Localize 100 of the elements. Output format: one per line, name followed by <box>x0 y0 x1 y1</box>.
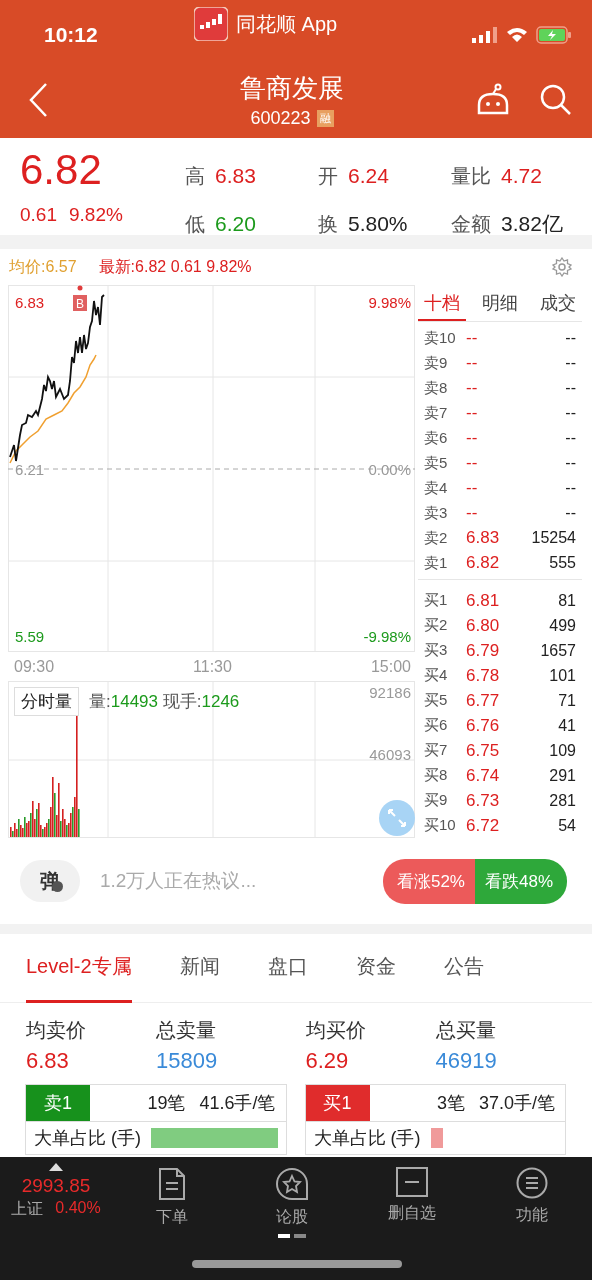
level-label: 买2 <box>424 616 449 635</box>
level-label: 卖2 <box>424 528 449 548</box>
volume-tab[interactable]: 分时量 <box>14 687 79 716</box>
level-price: 6.73 <box>466 790 501 811</box>
price-base-label: 6.21 <box>15 461 45 478</box>
star-badge-icon[interactable] <box>275 1167 309 1201</box>
index-name: 上证 <box>11 1199 44 1219</box>
level-label: 卖9 <box>424 353 449 373</box>
stat-value: 5.80% <box>348 212 408 236</box>
menu-icon[interactable] <box>516 1167 548 1199</box>
level-volume: 101 <box>549 666 576 685</box>
level-volume: -- <box>565 504 576 523</box>
level-label: 卖6 <box>424 428 449 448</box>
level-volume: -- <box>565 479 576 498</box>
order-book-tab[interactable]: 十档 <box>418 285 466 321</box>
level-label: 卖4 <box>424 478 449 498</box>
ratio-label: 大单占比 (手) <box>34 1127 141 1150</box>
level-price: -- <box>466 503 479 524</box>
level-label: 买1 <box>424 591 449 610</box>
index-change: 0.40% <box>55 1199 101 1218</box>
level-label: 买5 <box>424 691 449 710</box>
order-count: 3笔 <box>435 1092 465 1115</box>
percent-low-label: -9.98% <box>363 628 411 645</box>
stat-value: 6.20 <box>215 212 256 236</box>
total-volume: 15809 <box>156 1048 219 1074</box>
battery-icon <box>536 26 572 44</box>
level-label: 买7 <box>424 741 449 760</box>
section-tab[interactable]: 新闻 <box>179 933 220 1003</box>
time-label: 09:30 <box>14 657 55 676</box>
app-name: 同花顺 App <box>236 11 338 37</box>
stat-label: 换 <box>318 211 338 237</box>
level-volume: -- <box>565 454 576 473</box>
section-tab[interactable]: Level-2专属 <box>26 933 132 1003</box>
level-volume: 555 <box>549 554 576 573</box>
price-change: 0.61 <box>20 204 57 226</box>
nav-label[interactable]: 下单 <box>156 1207 188 1228</box>
level-price: -- <box>466 453 479 474</box>
stat-label: 金额 <box>451 211 491 237</box>
app-logo-icon <box>194 7 228 41</box>
level-price: -- <box>466 328 479 349</box>
volume-tick: 46093 <box>369 746 411 763</box>
stock-title: 鲁商发展 <box>240 72 344 105</box>
level-price: -- <box>466 428 479 449</box>
level-label: 卖5 <box>424 453 449 473</box>
level-volume: 109 <box>549 741 576 760</box>
latest-price-label: 最新:6.82 0.61 9.82% <box>98 256 253 277</box>
level-volume: 499 <box>549 616 576 635</box>
average-price-label: 均价:6.57 <box>9 256 77 277</box>
section-tab[interactable]: 盘口 <box>267 933 308 1003</box>
time-label: 15:00 <box>370 657 411 676</box>
level-volume: -- <box>565 329 576 348</box>
margin-badge: 融 <box>316 110 334 127</box>
robot-icon[interactable] <box>476 83 510 117</box>
nav-label[interactable]: 论股 <box>276 1207 308 1228</box>
latest-dot <box>77 285 83 291</box>
level-price: 6.77 <box>466 690 501 711</box>
section-tab[interactable]: 公告 <box>443 933 484 1003</box>
nav-label[interactable]: 删自选 <box>388 1203 436 1224</box>
level-price: 6.74 <box>466 765 501 786</box>
level-volume: 281 <box>549 791 576 810</box>
document-icon[interactable] <box>158 1167 186 1201</box>
signal-icon <box>472 27 498 43</box>
level-volume: 81 <box>558 591 576 610</box>
order-book-tab[interactable]: 成交 <box>534 285 582 321</box>
level-volume: 1657 <box>540 641 576 660</box>
ratio-bar <box>430 1128 444 1148</box>
back-icon[interactable] <box>28 82 48 118</box>
minus-box-icon[interactable] <box>396 1167 428 1197</box>
level-volume: -- <box>565 404 576 423</box>
order-book-tab[interactable]: 明细 <box>476 285 524 321</box>
level-price: 6.78 <box>466 665 501 686</box>
level-label: 卖10 <box>424 328 457 348</box>
lots-per-order: 41.6手/笔 <box>199 1092 276 1115</box>
stat-value: 4.72 <box>501 164 542 188</box>
lots-per-order: 37.0手/笔 <box>478 1092 555 1115</box>
buy-marker: B <box>73 295 87 311</box>
nav-label[interactable]: 功能 <box>516 1205 548 1226</box>
total-volume: 46919 <box>435 1048 498 1074</box>
stat-label: 总买量 <box>435 1018 497 1043</box>
side-tag: 买1 <box>305 1085 370 1121</box>
stat-label: 量比 <box>451 163 491 189</box>
stat-value: 6.83 <box>215 164 256 188</box>
percent-change: 9.82% <box>69 204 123 226</box>
stat-label: 总卖量 <box>156 1018 217 1043</box>
settings-icon[interactable] <box>552 257 572 277</box>
average-price: 6.29 <box>305 1048 350 1074</box>
level-label: 卖3 <box>424 503 449 523</box>
stat-label: 开 <box>318 163 338 189</box>
wifi-icon <box>506 27 528 43</box>
level-price: 6.82 <box>466 553 501 574</box>
level-price: 6.76 <box>466 715 501 736</box>
status-time: 10:12 <box>44 23 99 47</box>
current-price: 6.82 <box>20 146 103 194</box>
level-label: 买6 <box>424 716 449 735</box>
level-label: 买8 <box>424 766 449 785</box>
level-label: 买10 <box>424 816 457 835</box>
average-price: 6.83 <box>26 1048 70 1074</box>
section-tab[interactable]: 资金 <box>355 933 396 1003</box>
search-icon[interactable] <box>540 84 572 116</box>
order-count: 19笔 <box>146 1092 186 1115</box>
